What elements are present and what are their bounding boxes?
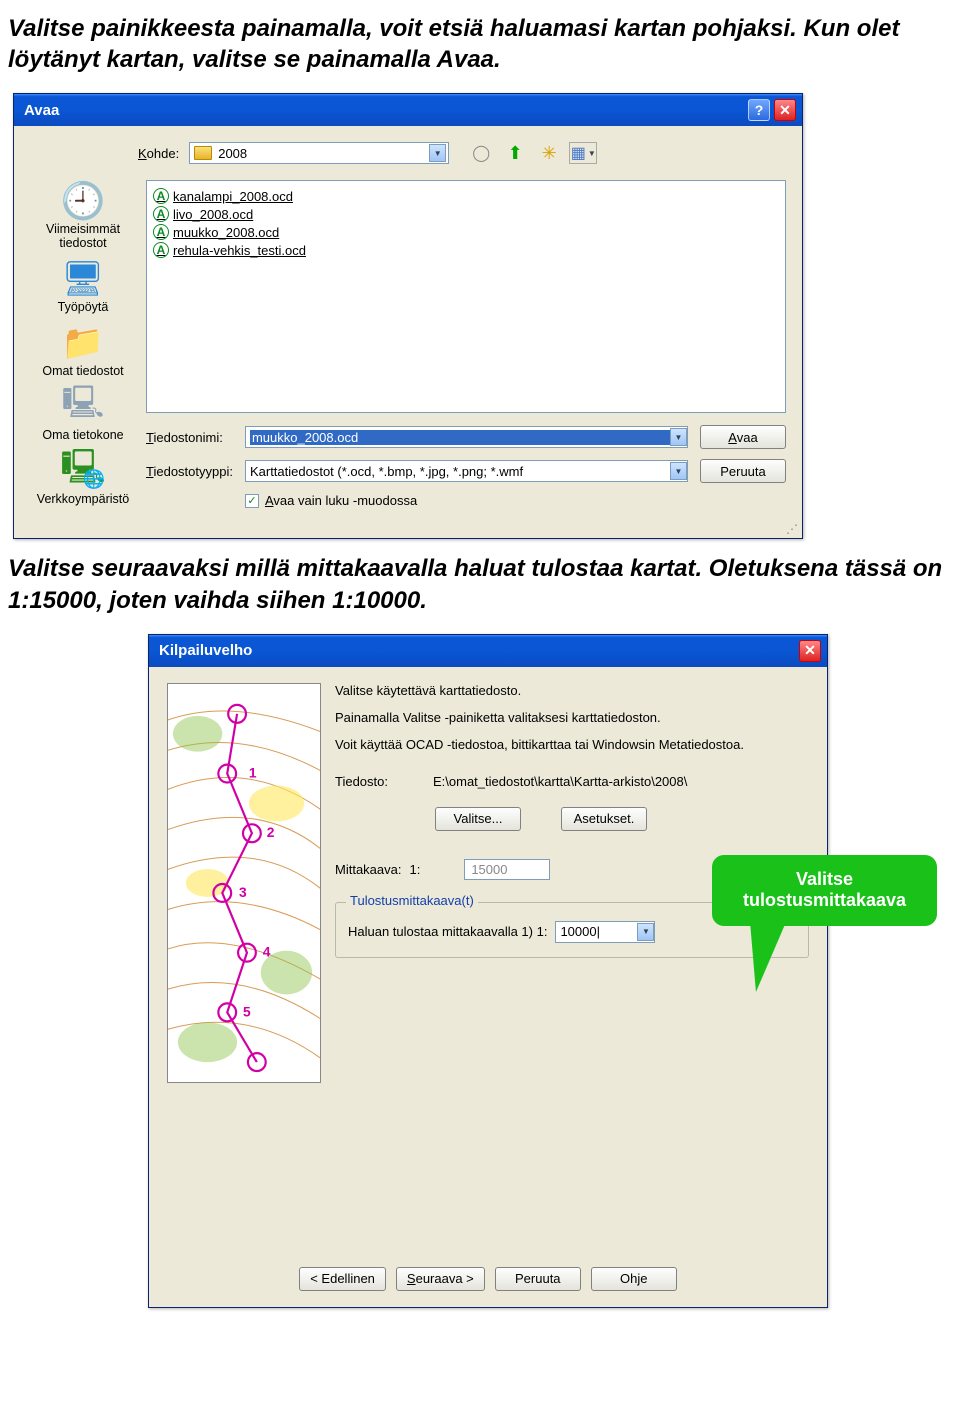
settings-button[interactable]: Asetukset. <box>561 807 647 831</box>
ocad-file-icon: A <box>153 206 169 222</box>
out-scale-value: 10000| <box>560 924 600 939</box>
scale-prefix: 1: <box>409 862 420 877</box>
svg-text:4: 4 <box>263 943 271 959</box>
file-name: rehula-vehkis_testi.ocd <box>173 243 306 258</box>
place-mycomp[interactable]: 🖳 Oma tietokone <box>28 386 138 444</box>
place-mydocs[interactable]: 📁 Omat tiedostot <box>28 322 138 380</box>
svg-text:2: 2 <box>267 824 275 840</box>
doc-paragraph-2: Valitse seuraavaksi millä mittakaavalla … <box>8 553 952 615</box>
list-item[interactable]: Alivo_2008.ocd <box>153 205 779 223</box>
places-bar: 🕘 Viimeisimmät tiedostot 🖥 Työpöytä 📁 Om… <box>28 180 138 508</box>
open-file-dialog: Avaa ? ✕ Kohde: 2008 ▼ ◯ ⬆ ✳ ▦ ▼ 🕘 <box>13 93 803 539</box>
groupbox-legend: Tulostusmittakaava(t) <box>346 893 478 908</box>
wizard-text-2: Painamalla Valitse -painiketta valitakse… <box>335 710 809 725</box>
chevron-down-icon[interactable]: ▼ <box>637 923 654 941</box>
scale-value: 15000 <box>464 859 550 880</box>
place-network[interactable]: 🖳🌐 Verkkoympäristö <box>28 450 138 508</box>
ocad-file-icon: A <box>153 188 169 204</box>
desktop-icon: 🖥 <box>61 260 105 298</box>
place-label-recent: Viimeisimmät tiedostot <box>28 222 138 250</box>
file-label: Tiedosto: <box>335 774 425 789</box>
wizard-dialog: Kilpailuvelho ✕ <box>148 634 828 1308</box>
file-name: muukko_2008.ocd <box>173 225 279 240</box>
look-in-label: Kohde: <box>138 146 179 161</box>
out-scale-combo[interactable]: 10000| ▼ <box>555 921 655 943</box>
scale-label: Mittakaava: <box>335 862 401 877</box>
list-item[interactable]: Arehula-vehkis_testi.ocd <box>153 241 779 259</box>
window-title: Avaa <box>24 102 59 119</box>
cancel-button[interactable]: Peruuta <box>700 459 786 483</box>
next-button[interactable]: Seuraava > <box>396 1267 485 1291</box>
select-button[interactable]: Valitse... <box>435 807 521 831</box>
file-list[interactable]: Akanalampi_2008.ocd Alivo_2008.ocd Amuuk… <box>146 180 786 413</box>
close-button[interactable]: ✕ <box>774 99 796 121</box>
file-path: E:\omat_tiedostot\kartta\Kartta-arkisto\… <box>433 772 809 791</box>
window-title: Kilpailuvelho <box>159 642 252 659</box>
close-button[interactable]: ✕ <box>799 640 821 662</box>
back-button[interactable]: < Edellinen <box>299 1267 386 1291</box>
place-label-mydocs: Omat tiedostot <box>42 364 123 378</box>
wizard-text-3: Voit käyttää OCAD -tiedostoa, bittikartt… <box>335 737 809 752</box>
titlebar[interactable]: Avaa ? ✕ <box>14 94 802 126</box>
open-button[interactable]: Avaa <box>700 425 786 449</box>
callout-bubble: Valitse tulostusmittakaava <box>712 855 937 926</box>
help-button[interactable]: ? <box>748 99 770 121</box>
map-preview: 1 2 3 4 5 <box>167 683 321 1083</box>
new-folder-icon[interactable]: ✳ <box>535 140 563 166</box>
place-desktop[interactable]: 🖥 Työpöytä <box>28 258 138 316</box>
up-folder-icon[interactable]: ⬆ <box>501 140 529 166</box>
ocad-file-icon: A <box>153 224 169 240</box>
resize-grip[interactable]: ⋰ <box>14 522 802 538</box>
file-name: livo_2008.ocd <box>173 207 253 222</box>
readonly-checkbox[interactable]: ✓ <box>245 494 259 508</box>
filename-input[interactable]: muukko_2008.ocd ▼ <box>245 426 688 448</box>
mycomp-icon: 🖳 <box>61 388 105 426</box>
list-item[interactable]: Amuukko_2008.ocd <box>153 223 779 241</box>
recent-icon: 🕘 <box>61 182 105 220</box>
list-item[interactable]: Akanalampi_2008.ocd <box>153 187 779 205</box>
back-icon[interactable]: ◯ <box>467 140 495 166</box>
folder-icon <box>194 146 212 160</box>
filename-label: Tiedostonimi: <box>146 430 233 445</box>
filetype-combo[interactable]: Karttatiedostot (*.ocd, *.bmp, *.jpg, *.… <box>245 460 688 482</box>
mydocs-icon: 📁 <box>61 324 105 362</box>
place-label-desktop: Työpöytä <box>58 300 109 314</box>
wizard-footer: < Edellinen Seuraava > Peruuta Ohje <box>149 1267 827 1291</box>
doc-paragraph-1: Valitse painikkeesta painamalla, voit et… <box>8 13 952 75</box>
chevron-down-icon[interactable]: ▼ <box>670 428 687 446</box>
out-scale-label: Haluan tulostaa mittakaavalla 1) 1: <box>348 924 547 939</box>
callout-line-1: Valitse <box>796 869 853 889</box>
help-button[interactable]: Ohje <box>591 1267 677 1291</box>
readonly-label: Avaa vain luku -muodossa <box>265 493 417 508</box>
ocad-file-icon: A <box>153 242 169 258</box>
look-in-value: 2008 <box>218 146 429 161</box>
filetype-value: Karttatiedostot (*.ocd, *.bmp, *.jpg, *.… <box>250 464 670 479</box>
cancel-button[interactable]: Peruuta <box>495 1267 581 1291</box>
place-label-mycomp: Oma tietokone <box>42 428 123 442</box>
titlebar[interactable]: Kilpailuvelho ✕ <box>149 635 827 667</box>
svg-text:3: 3 <box>239 884 247 900</box>
place-recent[interactable]: 🕘 Viimeisimmät tiedostot <box>28 180 138 252</box>
filetype-label: Tiedostotyyppi: <box>146 464 233 479</box>
chevron-down-icon[interactable]: ▼ <box>429 144 446 162</box>
view-menu-icon[interactable]: ▦ ▼ <box>569 142 597 164</box>
look-in-combo[interactable]: 2008 ▼ <box>189 142 449 164</box>
svg-text:5: 5 <box>243 1003 251 1019</box>
chevron-down-icon[interactable]: ▼ <box>670 462 687 480</box>
wizard-text-1: Valitse käytettävä karttatiedosto. <box>335 683 809 698</box>
callout-line-2: tulostusmittakaava <box>743 890 906 910</box>
network-icon: 🖳🌐 <box>61 452 105 490</box>
svg-text:1: 1 <box>249 764 257 780</box>
filename-value: muukko_2008.ocd <box>250 430 670 445</box>
file-name: kanalampi_2008.ocd <box>173 189 293 204</box>
